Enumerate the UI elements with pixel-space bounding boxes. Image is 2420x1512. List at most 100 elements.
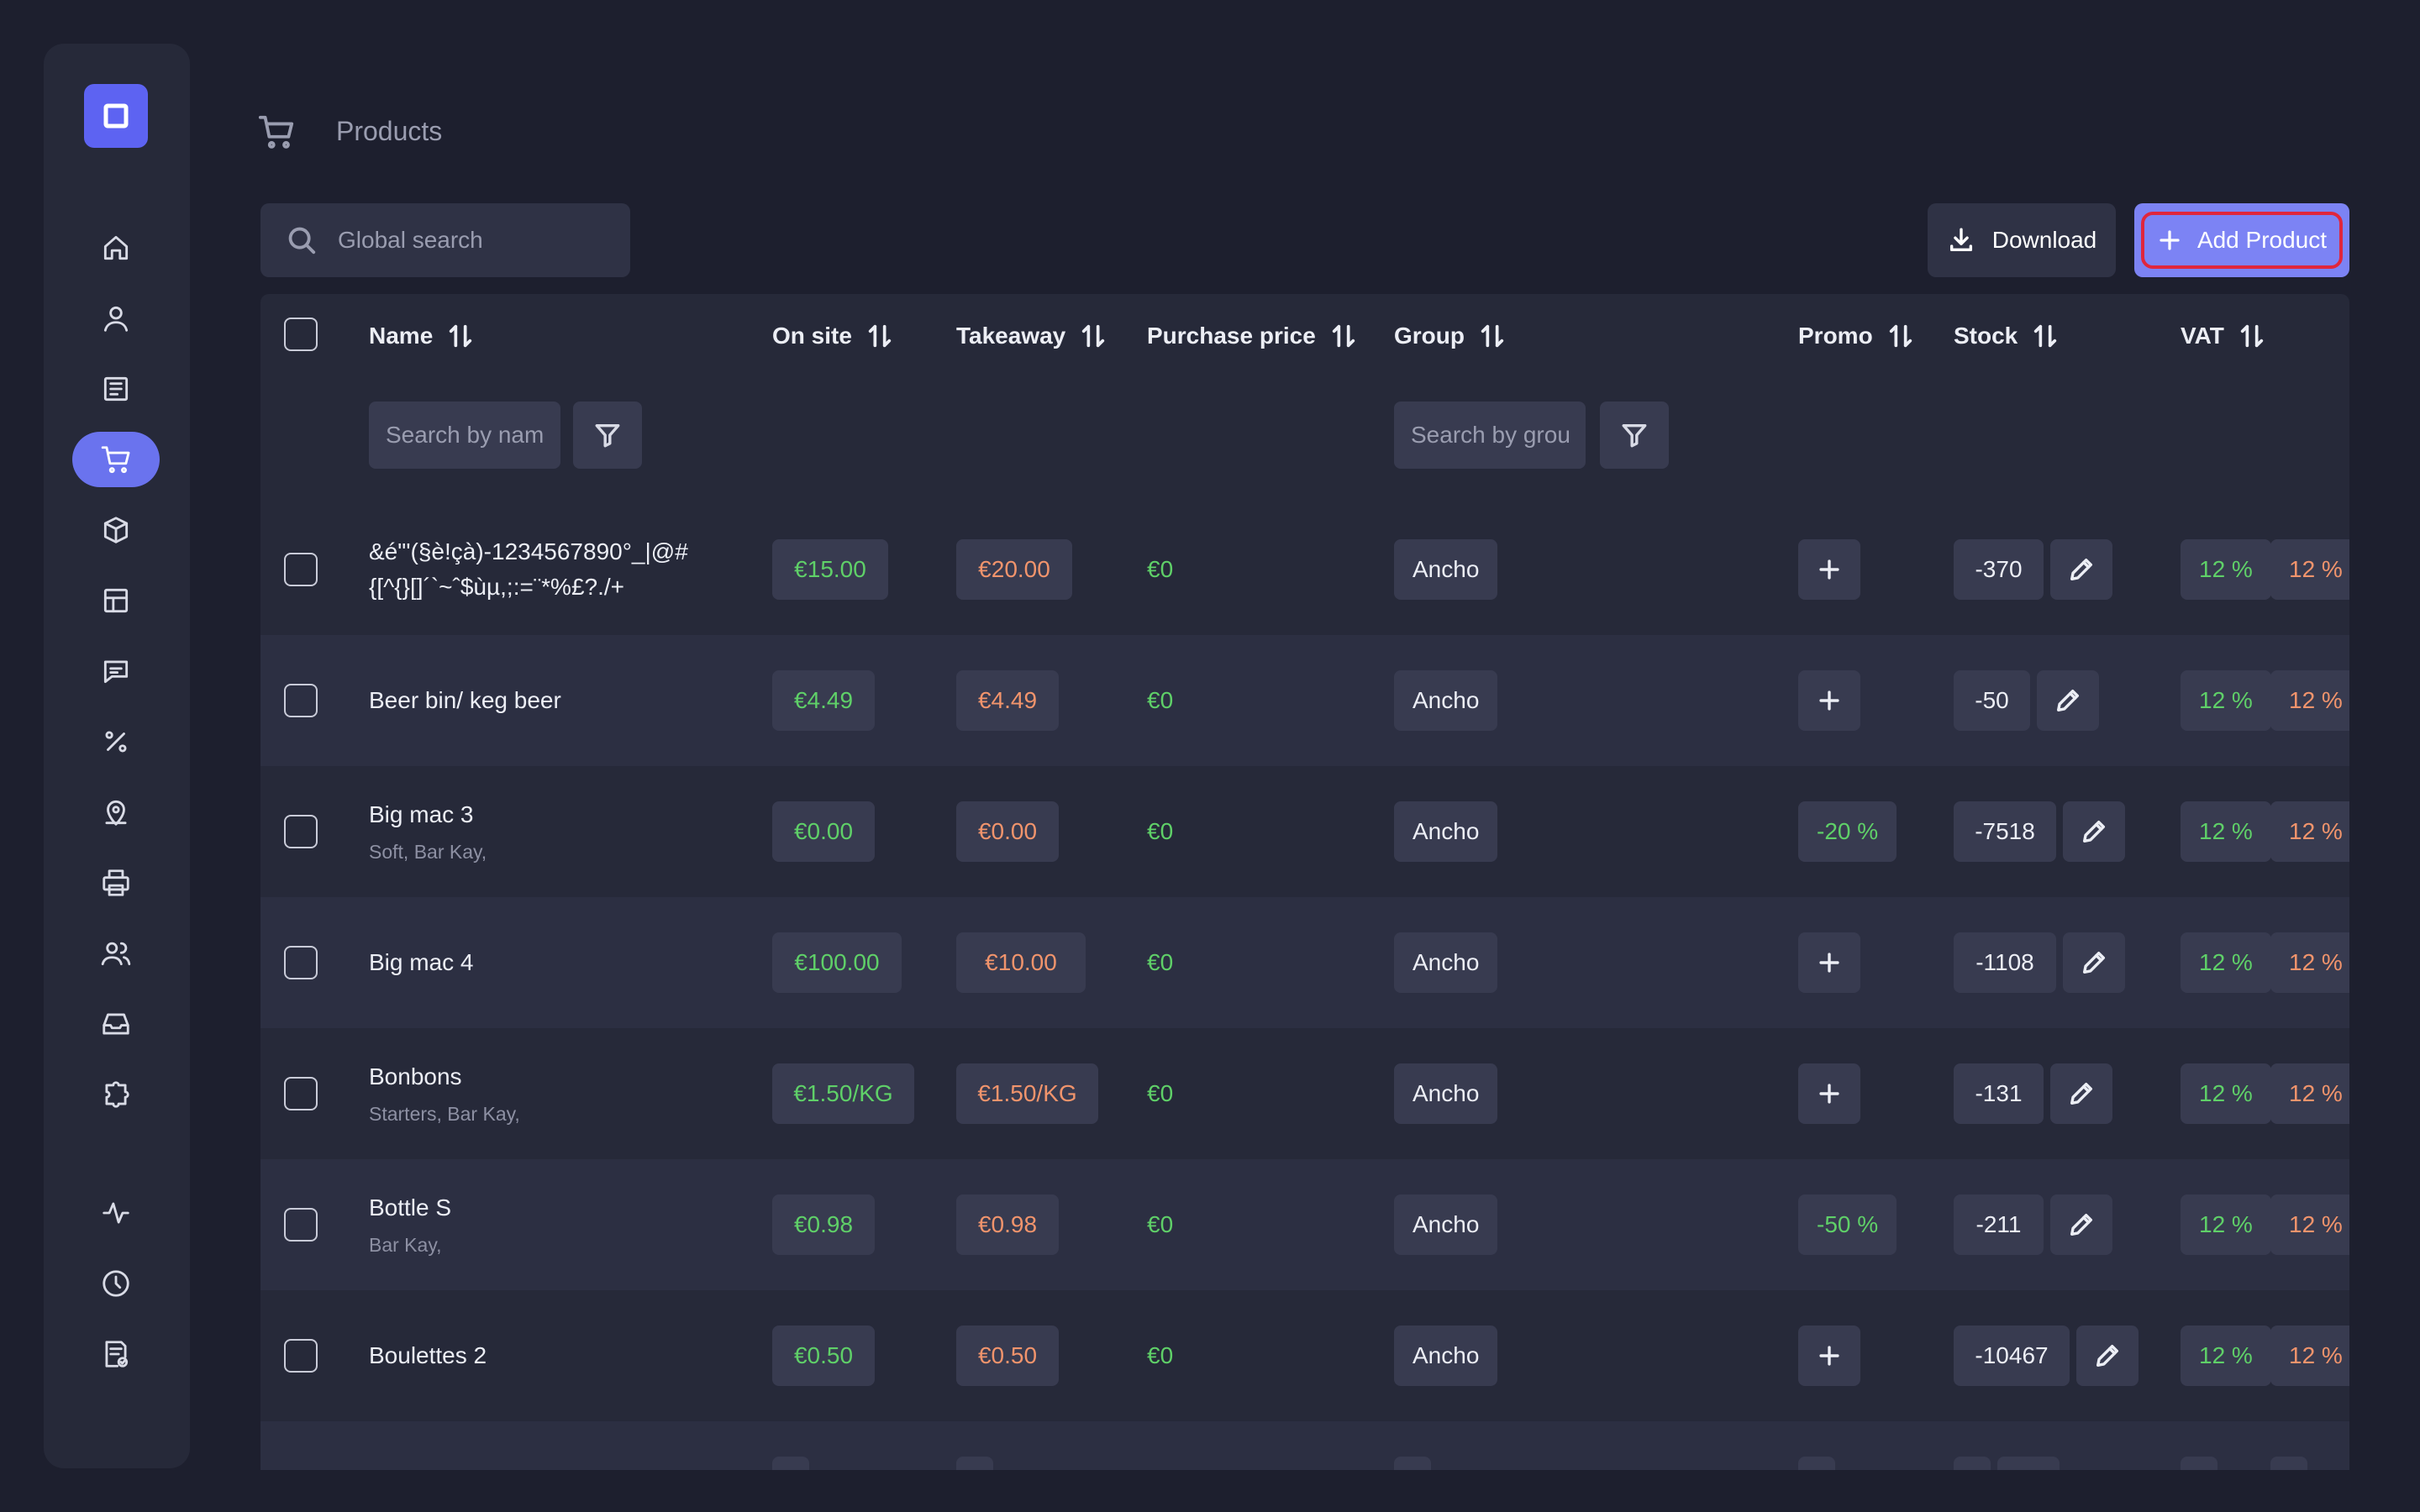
takeaway-price-badge[interactable]: €0.50 bbox=[956, 1326, 1059, 1386]
row-checkbox[interactable] bbox=[284, 815, 318, 848]
sidebar-item-puzzle[interactable] bbox=[72, 1067, 160, 1122]
onsite-price-badge[interactable]: €15.00 bbox=[772, 539, 888, 600]
edit-stock-button[interactable] bbox=[2063, 932, 2125, 993]
column-label: Promo bbox=[1798, 323, 1873, 349]
promo-badge[interactable] bbox=[1798, 1457, 1835, 1470]
group-filter-button[interactable] bbox=[1600, 402, 1669, 469]
table-row[interactable]: Big mac 3 Soft, Bar Kay, €0.00 €0.00 €0 Ancho… bbox=[260, 766, 2349, 897]
product-name-cell: &é"'(§è!çà)-1234567890°_|@# {[^{}[]´`~ˆ$… bbox=[369, 504, 688, 635]
table-row[interactable]: Big mac 4 €100.00 €10.00 €0 Ancho -1108 12 % 12… bbox=[260, 897, 2349, 1028]
onsite-price-badge[interactable]: €100.00 bbox=[772, 932, 902, 993]
add-promo-button[interactable] bbox=[1798, 539, 1860, 600]
column-header-stock[interactable]: Stock bbox=[1954, 318, 2060, 354]
table-header: Name On site Takeaway Purchase price Gro… bbox=[260, 294, 2349, 378]
global-search-input[interactable] bbox=[336, 226, 617, 255]
row-checkbox[interactable] bbox=[284, 553, 318, 586]
row-checkbox[interactable] bbox=[284, 1339, 318, 1373]
edit-stock-button[interactable] bbox=[2050, 539, 2112, 600]
group-badge[interactable]: Ancho bbox=[1394, 932, 1498, 993]
group-badge[interactable]: Ancho bbox=[1394, 670, 1498, 731]
sidebar-item-user[interactable] bbox=[72, 291, 160, 346]
takeaway-price-badge[interactable]: €20.00 bbox=[956, 539, 1072, 600]
column-header-takeaway[interactable]: Takeaway bbox=[956, 318, 1107, 354]
sidebar-item-list[interactable] bbox=[72, 361, 160, 417]
add-promo-button[interactable] bbox=[1798, 1063, 1860, 1124]
table-row[interactable] bbox=[260, 1421, 2349, 1470]
sidebar-item-location[interactable] bbox=[72, 785, 160, 840]
percent-icon bbox=[105, 731, 127, 753]
onsite-price-badge[interactable]: €0.50 bbox=[772, 1326, 875, 1386]
column-header-name[interactable]: Name bbox=[369, 318, 475, 354]
sidebar-item-inbox[interactable] bbox=[72, 996, 160, 1052]
sidebar-item-message[interactable] bbox=[72, 643, 160, 699]
select-all-checkbox[interactable] bbox=[284, 318, 318, 351]
name-filter-input[interactable] bbox=[369, 402, 560, 469]
takeaway-price-badge[interactable]: €0.00 bbox=[956, 801, 1059, 862]
takeaway-price-badge[interactable] bbox=[956, 1457, 993, 1470]
global-search[interactable] bbox=[260, 203, 630, 277]
column-header-vat[interactable]: VAT bbox=[2181, 318, 2266, 354]
sidebar-item-table[interactable] bbox=[72, 573, 160, 628]
onsite-price-badge[interactable]: €0.00 bbox=[772, 801, 875, 862]
column-label: Stock bbox=[1954, 323, 2018, 349]
table-row[interactable]: Bottle S Bar Kay, €0.98 €0.98 €0 Ancho -50 % -2… bbox=[260, 1159, 2349, 1290]
sidebar-item-activity[interactable] bbox=[72, 1185, 160, 1241]
row-checkbox[interactable] bbox=[284, 1208, 318, 1242]
takeaway-price-badge[interactable]: €10.00 bbox=[956, 932, 1086, 993]
takeaway-price-badge[interactable]: €4.49 bbox=[956, 670, 1059, 731]
promo-badge[interactable]: -50 % bbox=[1798, 1194, 1897, 1255]
purchase-price: €0 bbox=[1147, 1342, 1174, 1368]
onsite-price-badge[interactable]: €4.49 bbox=[772, 670, 875, 731]
takeaway-price-badge[interactable]: €0.98 bbox=[956, 1194, 1059, 1255]
add-promo-button[interactable] bbox=[1798, 932, 1860, 993]
row-checkbox[interactable] bbox=[284, 684, 318, 717]
add-promo-button[interactable] bbox=[1798, 1326, 1860, 1386]
column-header-promo[interactable]: Promo bbox=[1798, 318, 1915, 354]
add-product-button[interactable]: Add Product bbox=[2134, 203, 2349, 277]
product-name-cell: Beer bin/ keg beer bbox=[369, 635, 561, 766]
sidebar-item-percent[interactable] bbox=[72, 714, 160, 769]
column-header-group[interactable]: Group bbox=[1394, 318, 1507, 354]
table-row[interactable]: Bonbons Starters, Bar Kay, €1.50/KG €1.50/K… bbox=[260, 1028, 2349, 1159]
table-row[interactable]: Boulettes 2 €0.50 €0.50 €0 Ancho -10467 12 % 12… bbox=[260, 1290, 2349, 1421]
group-filter-input[interactable] bbox=[1394, 402, 1586, 469]
group-badge[interactable]: Ancho bbox=[1394, 1063, 1498, 1124]
group-badge[interactable]: Ancho bbox=[1394, 1326, 1498, 1386]
sidebar-item-cart[interactable] bbox=[72, 432, 160, 487]
edit-stock-button[interactable] bbox=[2050, 1194, 2112, 1255]
sidebar-item-report[interactable] bbox=[72, 1326, 160, 1382]
download-button[interactable]: Download bbox=[1928, 203, 2116, 277]
onsite-price-badge[interactable]: €0.98 bbox=[772, 1194, 875, 1255]
column-header-onsite[interactable]: On site bbox=[772, 318, 894, 354]
plus-icon bbox=[2160, 230, 2180, 250]
onsite-price-badge[interactable] bbox=[772, 1457, 809, 1470]
column-header-purchase-price[interactable]: Purchase price bbox=[1147, 318, 1358, 354]
sidebar-item-printer[interactable] bbox=[72, 855, 160, 911]
app-logo[interactable] bbox=[84, 84, 148, 148]
group-badge[interactable]: Ancho bbox=[1394, 1194, 1498, 1255]
group-badge[interactable]: Ancho bbox=[1394, 801, 1498, 862]
sidebar-item-home[interactable] bbox=[72, 220, 160, 276]
onsite-price-badge[interactable]: €1.50/KG bbox=[772, 1063, 914, 1124]
row-checkbox[interactable] bbox=[284, 1077, 318, 1110]
group-badge[interactable] bbox=[1394, 1457, 1431, 1470]
sidebar-item-clock[interactable] bbox=[72, 1256, 160, 1311]
edit-stock-button[interactable] bbox=[2037, 670, 2099, 731]
edit-stock-button[interactable] bbox=[2063, 801, 2125, 862]
group-badge[interactable]: Ancho bbox=[1394, 539, 1498, 600]
takeaway-price-badge[interactable]: €1.50/KG bbox=[956, 1063, 1098, 1124]
name-filter-button[interactable] bbox=[573, 402, 642, 469]
home-icon bbox=[103, 235, 129, 260]
add-promo-button[interactable] bbox=[1798, 670, 1860, 731]
sidebar-item-users[interactable] bbox=[72, 926, 160, 981]
row-checkbox[interactable] bbox=[284, 946, 318, 979]
product-categories: Soft, Bar Kay, bbox=[369, 841, 487, 863]
promo-badge[interactable]: -20 % bbox=[1798, 801, 1897, 862]
edit-stock-button[interactable] bbox=[2076, 1326, 2139, 1386]
table-row[interactable]: &é"'(§è!çà)-1234567890°_|@# {[^{}[]´`~ˆ$… bbox=[260, 504, 2349, 635]
table-row[interactable]: Beer bin/ keg beer €4.49 €4.49 €0 Ancho -50 12… bbox=[260, 635, 2349, 766]
sidebar-item-box[interactable] bbox=[72, 502, 160, 558]
edit-stock-button[interactable] bbox=[2050, 1063, 2112, 1124]
purchase-price: €0 bbox=[1147, 1211, 1174, 1237]
edit-stock-button[interactable] bbox=[1997, 1457, 2060, 1470]
